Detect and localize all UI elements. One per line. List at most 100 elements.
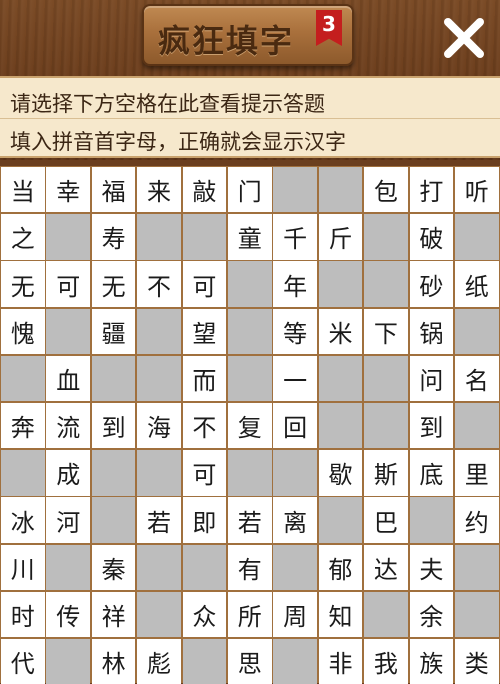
grid-cell[interactable]: 巴: [364, 497, 408, 543]
grid-cell[interactable]: 砂: [409, 261, 454, 307]
grid-cell[interactable]: 寿: [91, 214, 136, 260]
grid-cell[interactable]: 离: [273, 497, 317, 543]
blocked-cell: [454, 308, 499, 354]
grid-cell[interactable]: 代: [1, 638, 45, 684]
grid-cell[interactable]: 秦: [91, 544, 136, 590]
grid-cell[interactable]: 若: [227, 497, 272, 543]
grid-cell[interactable]: 祥: [91, 591, 136, 638]
grid-cell[interactable]: 名: [454, 355, 499, 402]
grid-cell[interactable]: 时: [1, 591, 45, 638]
hint-line-1: 请选择下方空格在此查看提示答题: [10, 92, 325, 116]
grid-cell[interactable]: 余: [409, 591, 454, 638]
grid-cell[interactable]: 童: [227, 214, 272, 260]
grid-cell[interactable]: 非: [318, 638, 363, 684]
grid-cell[interactable]: 之: [1, 214, 45, 260]
grid-cell[interactable]: 无: [91, 261, 136, 307]
grid-cell[interactable]: 到: [409, 402, 454, 449]
grid-cell[interactable]: 底: [409, 450, 454, 496]
grid-cell[interactable]: 一: [273, 355, 317, 402]
grid-cell[interactable]: 年: [273, 261, 317, 307]
grid-cell[interactable]: 夫: [409, 544, 454, 590]
hint-divider: [0, 118, 500, 119]
blocked-cell: [46, 544, 90, 590]
grid-cell[interactable]: 川: [1, 544, 45, 590]
blocked-cell: [91, 497, 136, 543]
grid-cell[interactable]: 我: [364, 638, 408, 684]
grid-cell[interactable]: 包: [364, 167, 408, 213]
grid-cell[interactable]: 福: [91, 167, 136, 213]
blocked-cell: [318, 497, 363, 543]
grid-cell[interactable]: 幸: [46, 167, 90, 213]
blocked-cell: [273, 450, 317, 496]
grid-cell[interactable]: 思: [227, 638, 272, 684]
grid-cell[interactable]: 郁: [318, 544, 363, 590]
grid-cell[interactable]: 周: [273, 591, 317, 638]
grid-cell[interactable]: 有: [227, 544, 272, 590]
grid-cell[interactable]: 打: [409, 167, 454, 213]
grid-cell[interactable]: 当: [1, 167, 45, 213]
grid-cell[interactable]: 可: [182, 450, 227, 496]
grid-cell[interactable]: 族: [409, 638, 454, 684]
blocked-cell: [1, 450, 45, 496]
grid-cell[interactable]: 听: [454, 167, 499, 213]
grid-cell[interactable]: 门: [227, 167, 272, 213]
grid-cell[interactable]: 回: [273, 402, 317, 449]
grid-cell[interactable]: 无: [1, 261, 45, 307]
grid-cell[interactable]: 来: [137, 167, 181, 213]
blocked-cell: [182, 638, 227, 684]
blocked-cell: [227, 308, 272, 354]
grid-cell[interactable]: 类: [454, 638, 499, 684]
grid-cell[interactable]: 里: [454, 450, 499, 496]
hint-line-2: 填入拼音首字母，正确就会显示汉字: [10, 130, 346, 154]
grid-cell[interactable]: 不: [182, 402, 227, 449]
grid-cell[interactable]: 流: [46, 402, 90, 449]
grid-cell[interactable]: 斯: [364, 450, 408, 496]
grid-cell[interactable]: 若: [137, 497, 181, 543]
grid-cell[interactable]: 所: [227, 591, 272, 638]
grid-cell[interactable]: 米: [318, 308, 363, 354]
grid-cell[interactable]: 愧: [1, 308, 45, 354]
grid-cell[interactable]: 林: [91, 638, 136, 684]
grid-cell[interactable]: 海: [137, 402, 181, 449]
grid-cell[interactable]: 锅: [409, 308, 454, 354]
grid-cell[interactable]: 约: [454, 497, 499, 543]
grid-cell[interactable]: 等: [273, 308, 317, 354]
grid-cell[interactable]: 复: [227, 402, 272, 449]
grid-cell[interactable]: 歇: [318, 450, 363, 496]
grid-cell[interactable]: 众: [182, 591, 227, 638]
grid-cell[interactable]: 不: [137, 261, 181, 307]
blocked-cell: [227, 450, 272, 496]
blocked-cell: [318, 167, 363, 213]
blocked-cell: [91, 450, 136, 496]
close-button[interactable]: [440, 14, 488, 62]
grid-cell[interactable]: 望: [182, 308, 227, 354]
grid-cell[interactable]: 可: [182, 261, 227, 307]
game-title: 疯狂填字: [158, 22, 295, 60]
grid-cell[interactable]: 可: [46, 261, 90, 307]
grid-cell[interactable]: 达: [364, 544, 408, 590]
grid-cell[interactable]: 到: [91, 402, 136, 449]
blocked-cell: [137, 450, 181, 496]
grid-cell[interactable]: 下: [364, 308, 408, 354]
grid-cell[interactable]: 千: [273, 214, 317, 260]
grid-cell[interactable]: 奔: [1, 402, 45, 449]
grid-cell[interactable]: 冰: [1, 497, 45, 543]
grid-cell[interactable]: 疆: [91, 308, 136, 354]
blocked-cell: [318, 355, 363, 402]
blocked-cell: [318, 261, 363, 307]
grid-cell[interactable]: 问: [409, 355, 454, 402]
grid-cell[interactable]: 破: [409, 214, 454, 260]
grid-cell[interactable]: 即: [182, 497, 227, 543]
grid-cell[interactable]: 彪: [137, 638, 181, 684]
blocked-cell: [364, 261, 408, 307]
grid-cell[interactable]: 斤: [318, 214, 363, 260]
grid-cell[interactable]: 而: [182, 355, 227, 402]
blocked-cell: [364, 214, 408, 260]
grid-cell[interactable]: 成: [46, 450, 90, 496]
grid-cell[interactable]: 纸: [454, 261, 499, 307]
grid-cell[interactable]: 传: [46, 591, 90, 638]
grid-cell[interactable]: 河: [46, 497, 90, 543]
grid-cell[interactable]: 知: [318, 591, 363, 638]
grid-cell[interactable]: 血: [46, 355, 90, 402]
grid-cell[interactable]: 敲: [182, 167, 227, 213]
